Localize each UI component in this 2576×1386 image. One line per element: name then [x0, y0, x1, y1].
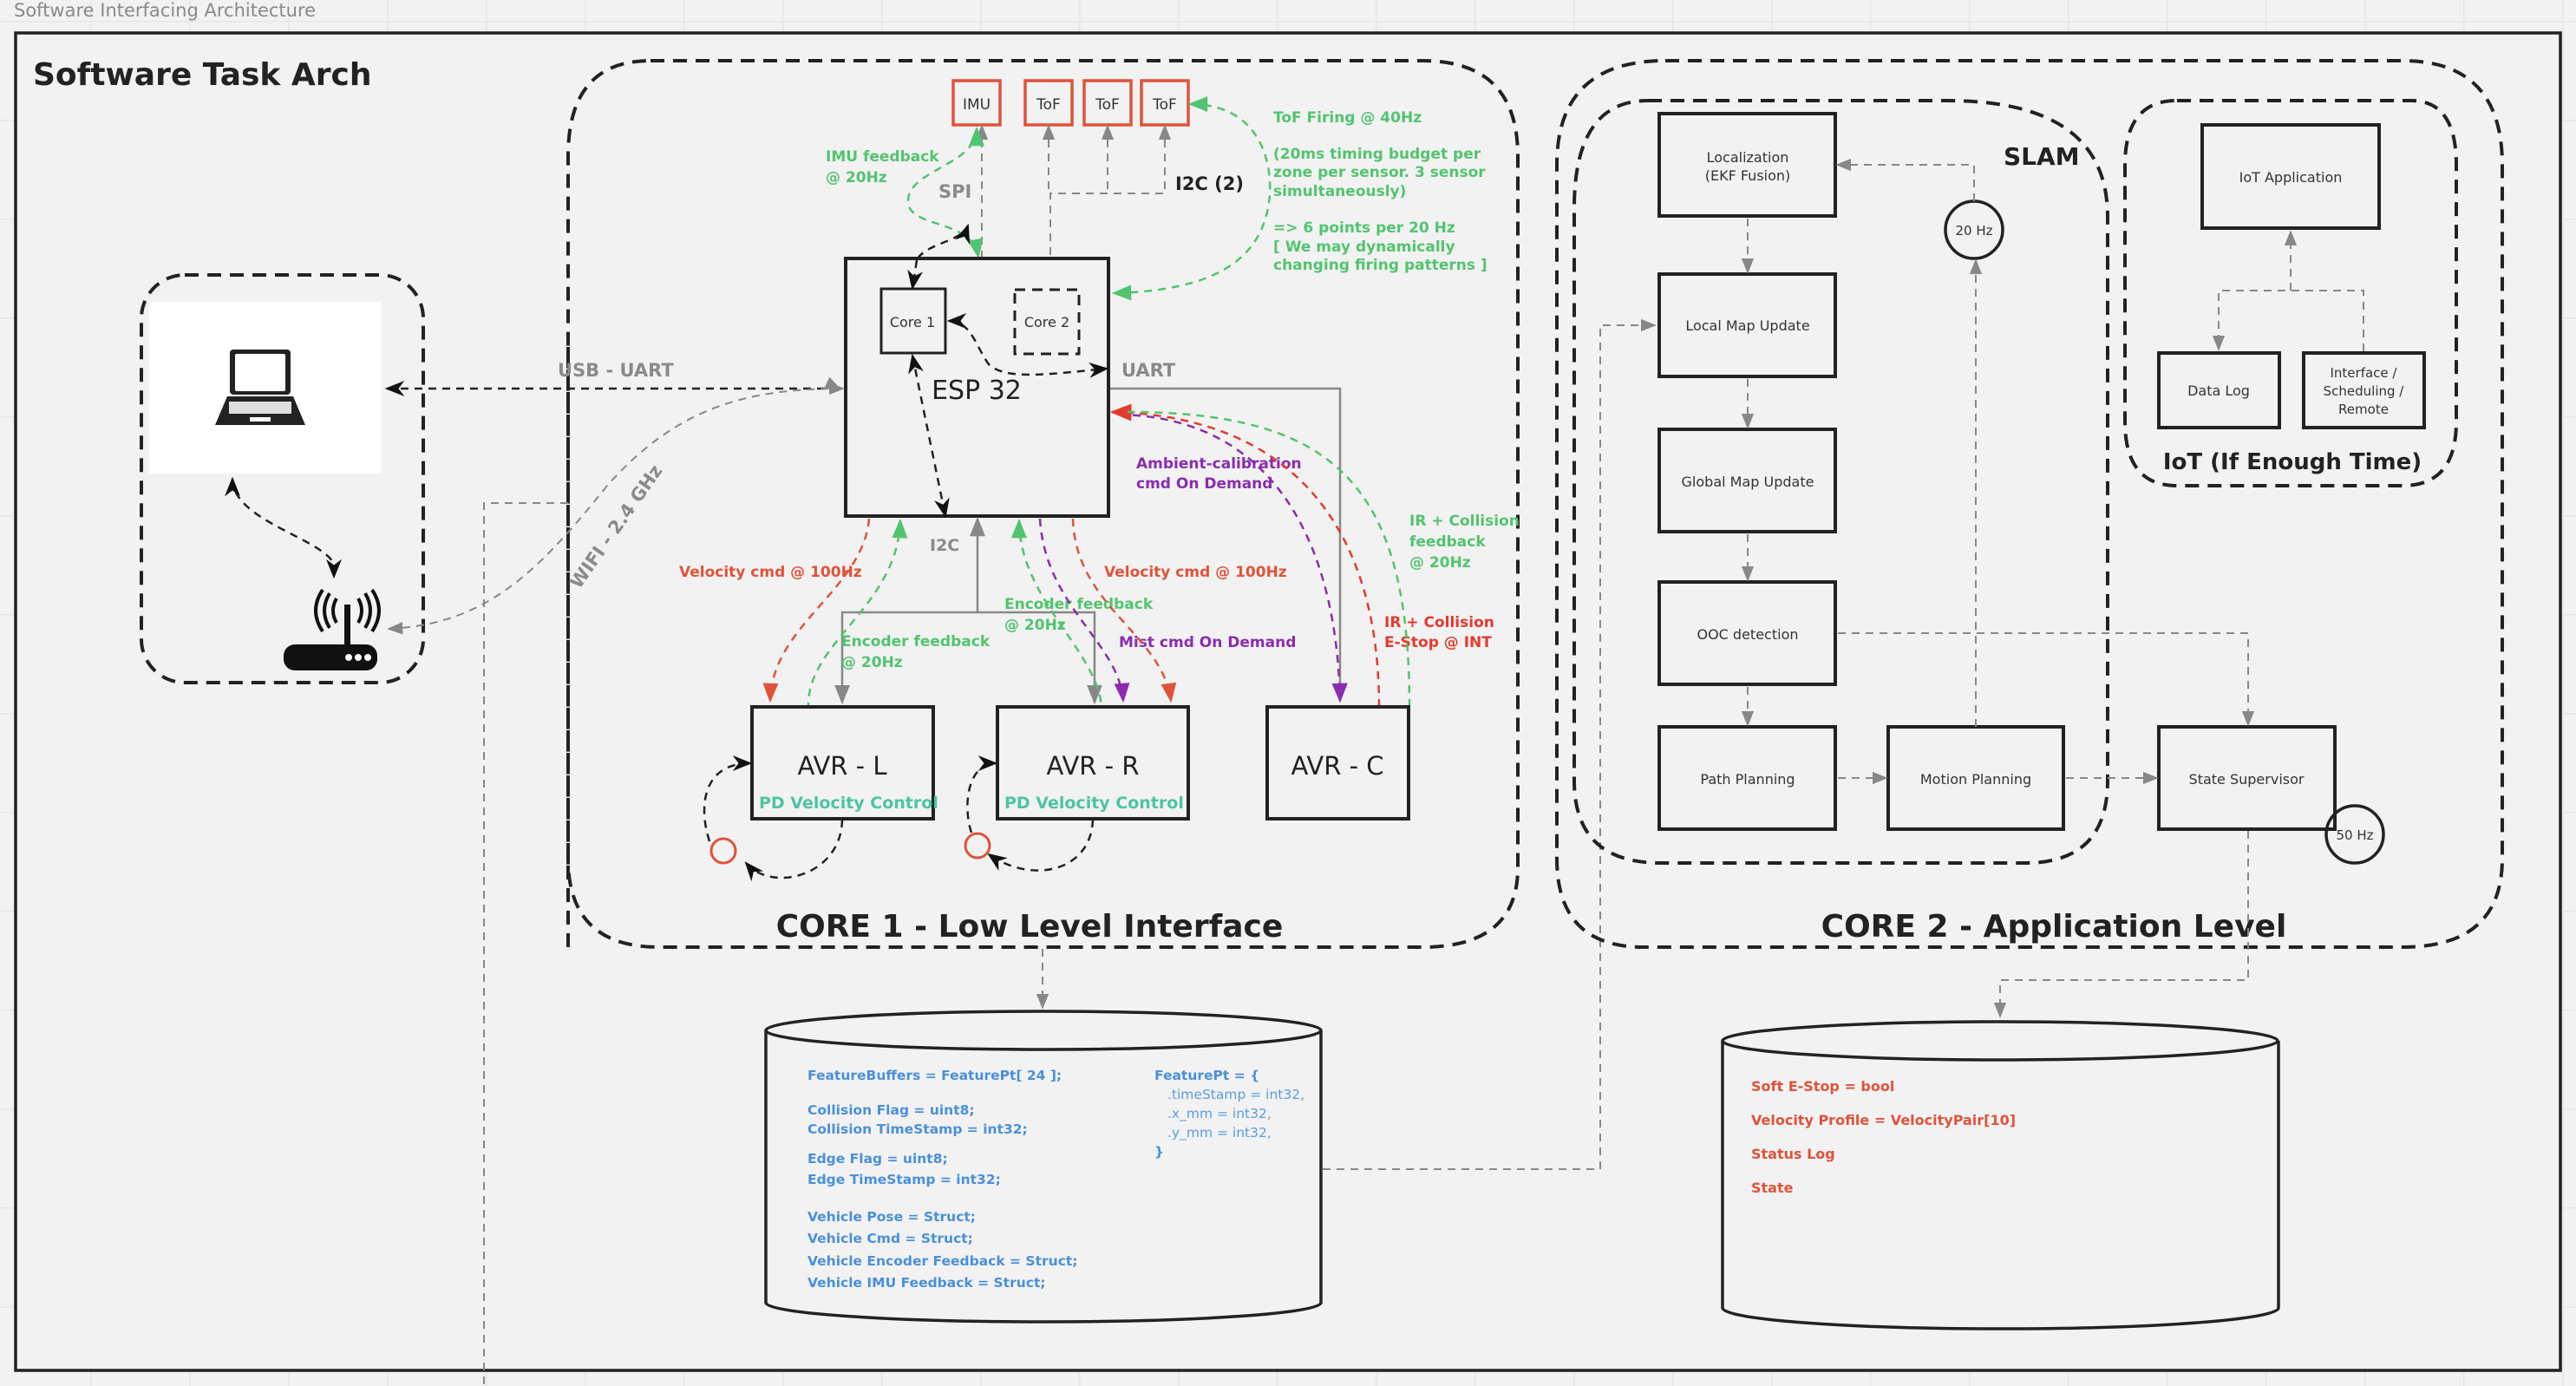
frame-title: Software Task Arch [33, 57, 371, 93]
ir-feedback-line3: @ 20Hz [1409, 554, 1471, 572]
ir-feedback-line2: feedback [1409, 533, 1486, 551]
ir-feedback-line1: IR + Collision [1409, 513, 1520, 530]
tof-label-1: ToF [1036, 96, 1061, 114]
path-planning-label: Path Planning [1700, 771, 1795, 788]
uart-label: UART [1121, 360, 1176, 381]
mem-field: Vehicle IMU Feedback = Struct; [807, 1275, 1046, 1291]
imu-feedback-line2: @ 20Hz [826, 169, 887, 186]
supervisor-rate-label: 50 Hz [2336, 827, 2373, 843]
avr-l-sub: PD Velocity Control [759, 794, 938, 813]
slam-rate-label: 20 Hz [1955, 223, 1992, 239]
usb-uart-label: USB - UART [558, 360, 674, 381]
core1-label: Core 1 [890, 314, 935, 330]
iot-application-label: IoT Application [2239, 169, 2343, 186]
mem-field: Vehicle Cmd = Struct; [807, 1231, 973, 1246]
enc-fb-left-line1: Encoder feedback [841, 633, 991, 651]
avr-r-sub: PD Velocity Control [1004, 794, 1184, 813]
imu-feedback-line1: IMU feedback [826, 148, 939, 166]
vel-cmd-right-label: Velocity cmd @ 100Hz [1104, 564, 1287, 581]
ooc-detection-label: OOC detection [1697, 626, 1798, 643]
core2-label: Core 2 [1024, 314, 1069, 330]
mem-field: Collision TimeStamp = int32; [807, 1121, 1028, 1137]
vel-cmd-left-label: Velocity cmd @ 100Hz [679, 564, 862, 581]
shared-memory-core2 [1721, 1020, 2280, 1330]
mem-field: Vehicle Pose = Struct; [807, 1209, 976, 1225]
featurept-field: .y_mm = int32, [1167, 1125, 1272, 1141]
ir-estop-line2: E-Stop @ INT [1384, 634, 1492, 651]
svg-text:(20ms timing budget per: (20ms timing budget per [1273, 146, 1481, 163]
core1-title: CORE 1 - Low Level Interface [776, 909, 1284, 945]
featurept-header: FeaturePt = { [1154, 1068, 1259, 1083]
enc-fb-right-line1: Encoder feedback [1004, 596, 1154, 613]
spi-label: SPI [938, 181, 971, 202]
mem-field: Edge TimeStamp = int32; [807, 1172, 1001, 1187]
core2-title: CORE 2 - Application Level [1821, 909, 2287, 945]
svg-text:zone per sensor. 3 sensor: zone per sensor. 3 sensor [1273, 164, 1486, 181]
featurept-field: .timeStamp = int32, [1167, 1087, 1304, 1102]
data-log-label: Data Log [2187, 382, 2250, 399]
iot-title: IoT (If Enough Time) [2163, 449, 2422, 475]
avr-c-label: AVR - C [1291, 751, 1383, 781]
localization-label-2: (EKF Fusion) [1705, 167, 1791, 184]
interface-label-2: Scheduling / [2324, 383, 2405, 399]
localization-label-1: Localization [1707, 149, 1789, 166]
avr-r-label: AVR - R [1046, 751, 1139, 781]
featurept-field: .x_mm = int32, [1167, 1106, 1272, 1122]
ambient-cmd-line1: Ambient-calibration [1136, 455, 1302, 473]
i2c-label: I2C [930, 536, 959, 555]
diagram-canvas: Software Task Arch CORE 1 - Low Level In… [14, 31, 2562, 1386]
enc-fb-left-line2: @ 20Hz [841, 654, 903, 671]
ambient-cmd-line2: cmd On Demand [1136, 475, 1272, 493]
interface-label-1: Interface / [2331, 365, 2398, 381]
svg-text:ToF Firing @ 40Hz: ToF Firing @ 40Hz [1273, 109, 1422, 127]
svg-text:simultaneously): simultaneously) [1273, 183, 1406, 200]
svg-text:[ We may dynamically: [ We may dynamically [1273, 239, 1455, 256]
mist-cmd-label: Mist cmd On Demand [1119, 634, 1296, 651]
avr-l-label: AVR - L [797, 751, 886, 781]
mem2-field: Status Log [1751, 1146, 1835, 1162]
esp32-label: ESP 32 [932, 376, 1022, 406]
svg-text:=> 6 points per 20 Hz: => 6 points per 20 Hz [1273, 219, 1455, 237]
global-map-update-label: Global Map Update [1682, 474, 1814, 490]
ir-estop-line1: IR + Collision [1384, 614, 1494, 631]
slam-title: SLAM [2004, 142, 2080, 171]
mem2-field: State [1751, 1180, 1794, 1196]
mem2-field: Velocity Profile = VelocityPair[10] [1751, 1112, 2016, 1128]
local-map-update-label: Local Map Update [1685, 317, 1809, 334]
mem-field: Edge Flag = uint8; [807, 1151, 948, 1167]
motion-planning-label: Motion Planning [1920, 771, 2031, 788]
svg-text:changing firing patterns ]: changing firing patterns ] [1273, 257, 1487, 274]
state-supervisor-label: State Supervisor [2189, 771, 2305, 788]
mem-field: Collision Flag = uint8; [807, 1102, 975, 1118]
mem-field: FeatureBuffers = FeaturePt[ 24 ]; [807, 1068, 1062, 1083]
mem-field: Vehicle Encoder Feedback = Struct; [807, 1253, 1077, 1269]
interface-label-3: Remote [2338, 402, 2389, 417]
featurept-close: } [1154, 1144, 1164, 1160]
mem2-field: Soft E-Stop = bool [1751, 1078, 1894, 1095]
tof-label-2: ToF [1095, 96, 1120, 114]
tof-label-3: ToF [1152, 96, 1177, 114]
i2c2-label: I2C (2) [1175, 173, 1244, 194]
imu-label: IMU [963, 96, 991, 114]
enc-fb-right-line2: @ 20Hz [1004, 617, 1066, 634]
